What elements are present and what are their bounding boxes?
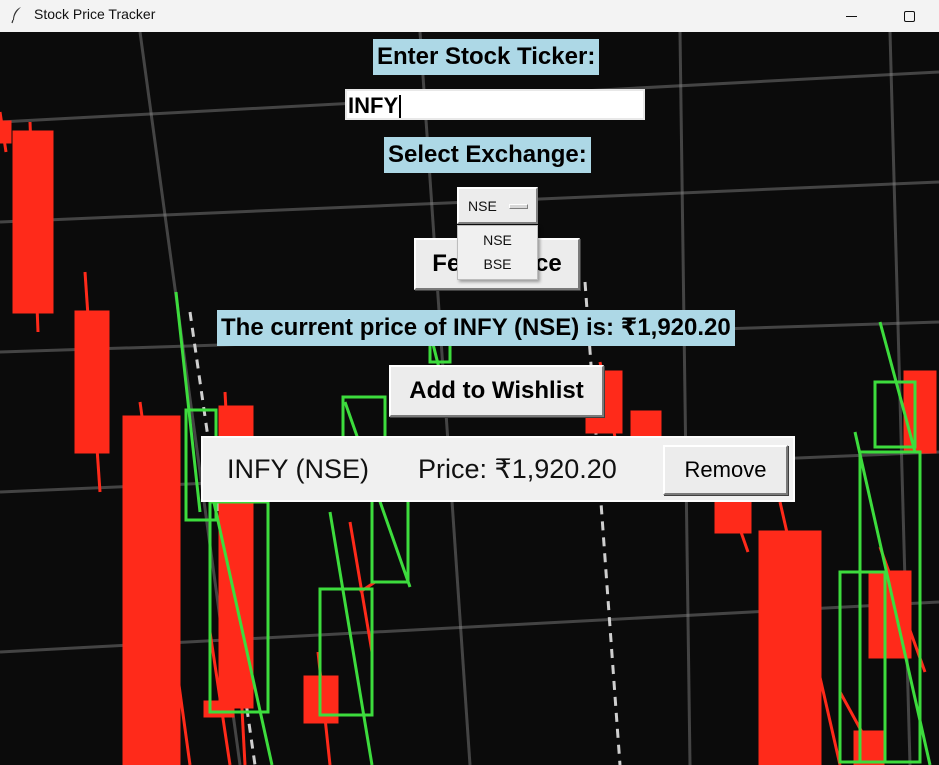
feather-icon [11,7,21,24]
ticker-label: Enter Stock Ticker: [373,39,600,75]
maximize-button[interactable] [886,0,932,32]
exchange-select[interactable]: NSE [457,187,538,224]
option-menu-indicator-icon [509,204,528,209]
maximize-icon [903,10,915,22]
add-to-wishlist-button[interactable]: Add to Wishlist [389,365,604,417]
minimize-button[interactable] [828,0,874,32]
wishlist-item-price: Price: ₹1,920.20 [418,454,617,484]
dropdown-option-nse[interactable]: NSE [458,232,537,248]
title-bar: Stock Price Tracker [0,0,939,32]
text-caret [399,95,402,118]
remove-button[interactable]: Remove [663,445,788,495]
price-result-label: The current price of INFY (NSE) is: ₹1,9… [217,310,735,346]
wishlist-item: INFY (NSE) Price: ₹1,920.20 Remove [201,436,795,502]
wishlist-item-name: INFY (NSE) [227,454,370,484]
exchange-dropdown-menu: NSE BSE [457,225,538,280]
ticker-input-value: INFY [348,93,399,118]
exchange-label: Select Exchange: [384,137,591,173]
window-title: Stock Price Tracker [34,6,156,22]
ticker-input[interactable]: INFY [345,89,645,120]
minimize-icon [845,15,857,17]
exchange-select-value: NSE [468,198,497,214]
dropdown-option-bse[interactable]: BSE [458,256,537,272]
